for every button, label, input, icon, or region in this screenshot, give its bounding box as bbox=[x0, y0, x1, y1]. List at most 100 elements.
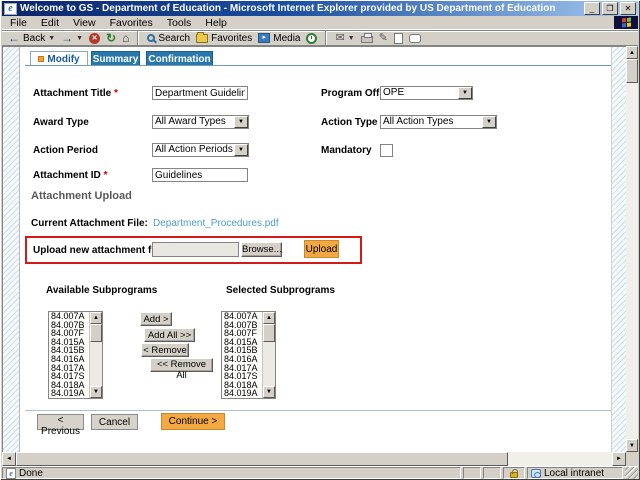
add-button[interactable]: Add > bbox=[140, 312, 172, 326]
tab-confirmation[interactable]: Confirmation bbox=[146, 51, 213, 66]
listbox-option[interactable]: 84.019A bbox=[224, 389, 262, 398]
windows-flag-icon bbox=[621, 17, 631, 28]
award-type-select[interactable]: All Award Types ▼ bbox=[152, 115, 249, 129]
menu-favorites[interactable]: Favorites bbox=[110, 17, 153, 29]
current-attachment-label: Current Attachment File: bbox=[31, 218, 148, 229]
back-button[interactable]: ← Back ▼ bbox=[8, 32, 55, 44]
available-subprograms-listbox[interactable]: 84.007A 84.007B 84.007F 84.015A 84.015B 84.01… bbox=[48, 311, 103, 399]
action-type-label: Action Type bbox=[321, 117, 378, 128]
title-bar: e Welcome to GS - Department of Educatio… bbox=[2, 1, 638, 16]
scroll-up-icon[interactable]: ▲ bbox=[263, 312, 275, 324]
zone-panel: Local intranet bbox=[527, 467, 623, 479]
scroll-left-icon[interactable]: ◄ bbox=[2, 452, 16, 466]
scrollbar-thumb[interactable] bbox=[626, 59, 638, 83]
scrollbar-corner bbox=[626, 452, 638, 466]
vertical-scrollbar[interactable]: ▲ ▼ bbox=[626, 46, 638, 452]
history-button[interactable] bbox=[306, 32, 318, 44]
mail-button[interactable]: ✉ ▼ bbox=[335, 31, 355, 44]
lock-icon bbox=[510, 468, 518, 478]
forward-button[interactable]: → ▼ bbox=[61, 32, 83, 44]
upload-button[interactable]: Upload bbox=[304, 240, 339, 258]
browse-button[interactable]: Browse... bbox=[241, 242, 282, 257]
mandatory-checkbox[interactable] bbox=[380, 144, 393, 157]
browser-window: e Welcome to GS - Department of Educatio… bbox=[0, 0, 640, 480]
menu-help[interactable]: Help bbox=[205, 17, 227, 29]
page-tool-button[interactable] bbox=[393, 32, 403, 44]
edit-button[interactable]: ✎ bbox=[379, 32, 388, 44]
current-attachment-link[interactable]: Department_Procedures.pdf bbox=[153, 218, 279, 229]
continue-button[interactable]: Continue > bbox=[161, 413, 225, 430]
chevron-down-icon[interactable]: ▼ bbox=[234, 116, 248, 128]
attachment-title-input[interactable] bbox=[152, 86, 248, 100]
remove-all-button[interactable]: << Remove All bbox=[150, 358, 213, 381]
chevron-down-icon[interactable]: ▼ bbox=[458, 87, 472, 99]
add-all-button[interactable]: Add All >> bbox=[144, 328, 195, 342]
back-dropdown-icon[interactable]: ▼ bbox=[48, 35, 55, 42]
tab-summary[interactable]: Summary bbox=[91, 51, 140, 66]
selected-subprograms-listbox[interactable]: 84.007A 84.007B 84.007F 84.015A 84.015B 84.01… bbox=[221, 311, 276, 399]
mail-dropdown-icon[interactable]: ▼ bbox=[348, 35, 355, 42]
cancel-button[interactable]: Cancel bbox=[91, 414, 138, 430]
program-office-select[interactable]: OPE ▼ bbox=[380, 86, 473, 100]
listbox-scrollbar[interactable]: ▲ ▼ bbox=[262, 312, 275, 398]
scrollbar-thumb[interactable] bbox=[263, 324, 275, 342]
back-arrow-icon: ← bbox=[8, 31, 20, 45]
forward-arrow-icon: → bbox=[61, 31, 74, 45]
menu-bar: File Edit View Favorites Tools Help bbox=[2, 16, 638, 30]
action-type-select[interactable]: All Action Types ▼ bbox=[380, 115, 497, 129]
attachment-id-label: Attachment ID * bbox=[33, 170, 108, 181]
scroll-down-icon[interactable]: ▼ bbox=[626, 439, 638, 452]
modify-tab-icon bbox=[38, 56, 45, 62]
status-text: Done bbox=[19, 467, 43, 479]
upload-new-file-label: Upload new attachment file* bbox=[33, 245, 166, 256]
scroll-down-icon[interactable]: ▼ bbox=[90, 386, 102, 398]
action-period-select[interactable]: All Action Periods ▼ bbox=[152, 143, 249, 157]
previous-button[interactable]: < Previous bbox=[37, 414, 84, 437]
home-button[interactable]: ⌂ bbox=[122, 32, 129, 44]
print-button[interactable] bbox=[360, 33, 373, 43]
resize-grip[interactable] bbox=[625, 467, 638, 479]
listbox-option[interactable]: 84.019A bbox=[51, 389, 89, 398]
favorites-folder-icon bbox=[196, 31, 209, 43]
favorites-button[interactable]: Favorites bbox=[196, 31, 252, 44]
mail-icon: ✉ bbox=[335, 31, 345, 44]
refresh-button[interactable]: ↻ bbox=[106, 32, 116, 44]
horizontal-scrollbar[interactable]: ◄ ► bbox=[2, 452, 626, 466]
scroll-up-icon[interactable]: ▲ bbox=[90, 312, 102, 324]
forward-dropdown-icon[interactable]: ▼ bbox=[76, 35, 83, 42]
toolbar-separator bbox=[137, 31, 140, 45]
upload-file-input[interactable] bbox=[152, 242, 239, 257]
available-subprograms-label: Available Subprograms bbox=[46, 285, 158, 296]
scroll-right-icon[interactable]: ► bbox=[612, 452, 626, 466]
chevron-down-icon[interactable]: ▼ bbox=[482, 116, 496, 128]
restore-button[interactable]: ❐ bbox=[602, 2, 618, 15]
search-button[interactable]: Search bbox=[147, 33, 190, 44]
menu-edit[interactable]: Edit bbox=[41, 17, 59, 29]
stop-button[interactable]: ✕ bbox=[89, 32, 101, 44]
chevron-down-icon[interactable]: ▼ bbox=[234, 144, 248, 156]
tab-divider-line bbox=[25, 65, 611, 66]
close-button[interactable]: ✕ bbox=[620, 2, 636, 15]
standard-toolbar: ← Back ▼ → ▼ ✕ ↻ ⌂ Search Favorites ▸ Me… bbox=[2, 30, 638, 46]
menu-tools[interactable]: Tools bbox=[167, 17, 192, 29]
scrollbar-thumb[interactable] bbox=[16, 452, 508, 466]
discuss-button[interactable] bbox=[408, 33, 421, 43]
page-left-margin bbox=[3, 47, 20, 452]
status-panel bbox=[483, 467, 501, 479]
intranet-zone-icon bbox=[531, 468, 541, 478]
scroll-up-icon[interactable]: ▲ bbox=[626, 46, 638, 59]
footer-divider-line bbox=[25, 410, 611, 411]
minimize-button[interactable]: _ bbox=[584, 2, 600, 15]
upload-highlight-box: Upload new attachment file* Browse... Up… bbox=[25, 236, 362, 264]
attachment-id-input[interactable] bbox=[152, 168, 248, 182]
attachment-upload-heading: Attachment Upload bbox=[31, 190, 132, 202]
page-right-margin bbox=[611, 47, 626, 452]
media-button[interactable]: ▸ Media bbox=[258, 33, 300, 44]
listbox-scrollbar[interactable]: ▲ ▼ bbox=[89, 312, 102, 398]
menu-view[interactable]: View bbox=[73, 17, 96, 29]
menu-file[interactable]: File bbox=[10, 17, 27, 29]
tab-modify[interactable]: Modify bbox=[30, 51, 88, 66]
scroll-down-icon[interactable]: ▼ bbox=[263, 386, 275, 398]
scrollbar-thumb[interactable] bbox=[90, 324, 102, 342]
remove-button[interactable]: < Remove bbox=[141, 343, 189, 357]
